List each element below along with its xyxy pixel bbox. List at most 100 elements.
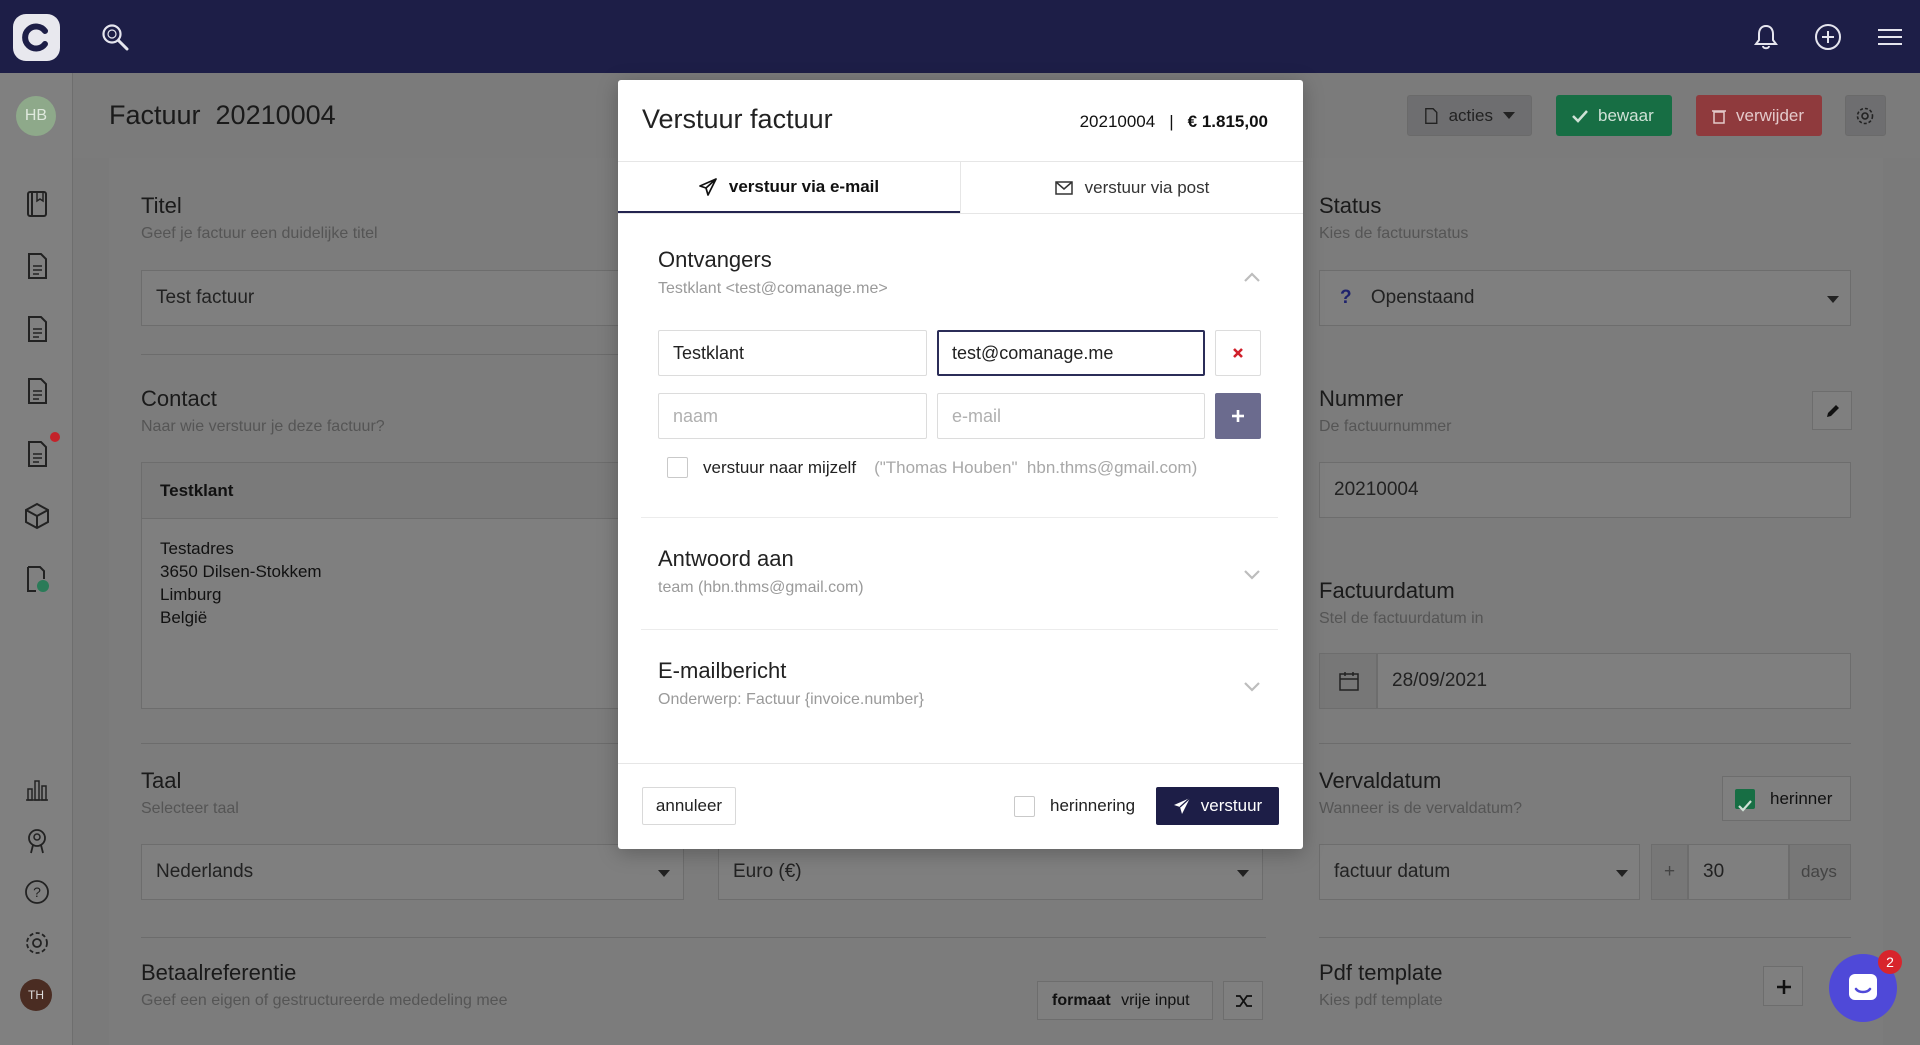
bewaar-button[interactable]: bewaar: [1556, 95, 1672, 136]
sidebar-item-products-icon[interactable]: [23, 502, 51, 530]
sidebar-item-journal-icon[interactable]: [23, 190, 51, 218]
trash-icon: [1712, 109, 1726, 124]
sidebar-item-users-icon[interactable]: [23, 827, 51, 855]
factuurdatum-label: Factuurdatum: [1319, 578, 1455, 603]
titel-label: Titel: [141, 193, 182, 218]
factuurdatum-sublabel: Stel de factuurdatum in: [1319, 610, 1484, 627]
pencil-icon: [1827, 405, 1839, 417]
recipient-name-input[interactable]: Testklant: [658, 330, 927, 376]
logo-icon: [22, 23, 48, 52]
search-icon[interactable]: [100, 22, 130, 52]
user-avatar[interactable]: TH: [20, 979, 52, 1011]
cancel-button[interactable]: annuleer: [642, 787, 736, 825]
taal-label: Taal: [141, 768, 182, 793]
pdf-file-icon: [1425, 107, 1438, 124]
new-name-input[interactable]: naam: [658, 393, 927, 439]
betaalreferentie-sublabel: Geef een eigen of gestructureerde medede…: [141, 992, 508, 1009]
currency-select[interactable]: Euro (€): [718, 844, 1263, 900]
shuffle-button[interactable]: [1223, 981, 1263, 1020]
acties-label: acties: [1448, 105, 1493, 125]
caret-down-icon: [1237, 870, 1249, 877]
invoice-number: 20210004: [1079, 112, 1156, 131]
sidebar-item-settings-icon[interactable]: [23, 929, 51, 957]
address-line: Limburg: [160, 585, 222, 604]
chevron-down-icon[interactable]: [1242, 568, 1262, 582]
send-button[interactable]: verstuur: [1156, 787, 1279, 825]
contact-name: Testklant: [142, 463, 685, 519]
herinnering-checkbox[interactable]: [1014, 796, 1035, 817]
status-label: Status: [1319, 193, 1382, 218]
contact-card[interactable]: Testklant Testadres 3650 Dilsen-Stokkem …: [141, 462, 686, 709]
sidebar-item-delivery-icon[interactable]: [23, 377, 51, 405]
antwoord-summary: team (hbn.thms@gmail.com): [658, 579, 864, 596]
herinner-toggle[interactable]: herinner: [1722, 776, 1851, 821]
plus-icon: [1777, 980, 1791, 994]
address-line: België: [160, 608, 208, 627]
caret-down-icon: [1827, 296, 1839, 303]
paper-plane-icon: [1173, 797, 1191, 814]
add-circle-icon[interactable]: [1813, 22, 1843, 52]
edit-nummer-button[interactable]: [1812, 391, 1852, 430]
chevron-down-icon[interactable]: [1242, 680, 1262, 694]
status-sublabel: Kies de factuurstatus: [1319, 225, 1469, 242]
sidebar-item-quotes-icon[interactable]: [23, 252, 51, 280]
top-bar: [0, 0, 1920, 73]
address-line: Testadres: [160, 539, 234, 558]
calendar-addon[interactable]: [1319, 653, 1377, 709]
factuurdatum-input[interactable]: 28/09/2021: [1377, 653, 1851, 709]
ontvangers-summary: Testklant <test@comanage.me>: [658, 280, 888, 297]
days-addon: days: [1789, 844, 1851, 900]
sidebar-item-invoices-icon[interactable]: [23, 440, 51, 468]
tab-email-label: verstuur via e-mail: [728, 176, 880, 196]
sidebar-item-reports-icon[interactable]: [23, 775, 51, 803]
paper-plane-icon: [699, 177, 717, 196]
add-recipient-button[interactable]: [1215, 393, 1261, 439]
chevron-up-icon[interactable]: [1242, 270, 1262, 284]
divider: [1319, 743, 1851, 744]
sidebar-item-help-icon[interactable]: ?: [23, 878, 51, 906]
menu-icon[interactable]: [1875, 22, 1905, 52]
ontvangers-title: Ontvangers: [658, 247, 772, 272]
taal-sublabel: Selecteer taal: [141, 800, 239, 817]
pdf-template-label: Pdf template: [1319, 960, 1443, 985]
gear-icon: [1856, 107, 1874, 124]
tab-post-label: verstuur via post: [1084, 177, 1210, 197]
betaalreferentie-label: Betaalreferentie: [141, 960, 297, 985]
acties-button[interactable]: acties: [1407, 95, 1532, 136]
settings-button[interactable]: [1845, 95, 1886, 136]
vervaldatum-basis-select[interactable]: factuur datum: [1319, 844, 1640, 900]
bell-icon[interactable]: [1751, 22, 1781, 52]
taal-select[interactable]: Nederlands: [141, 844, 684, 900]
caret-down-icon: [658, 870, 670, 877]
sidebar-item-expenses-icon[interactable]: [23, 565, 51, 593]
sidebar-item-orders-icon[interactable]: [23, 315, 51, 343]
check-icon: [1738, 800, 1752, 812]
app-logo[interactable]: [13, 14, 60, 61]
herinnering-label: herinnering: [1050, 796, 1136, 815]
recipient-email-input[interactable]: test@comanage.me: [937, 330, 1205, 376]
send-to-self-checkbox[interactable]: [667, 457, 688, 478]
caret-down-icon: [1616, 870, 1628, 877]
invoice-amount: € 1.815,00: [1187, 112, 1268, 131]
tab-email[interactable]: verstuur via e-mail: [618, 162, 960, 213]
remove-recipient-button[interactable]: [1215, 330, 1261, 376]
page-title: Factuur 20210004: [109, 100, 336, 130]
company-avatar[interactable]: HB: [16, 96, 56, 136]
pdf-template-sublabel: Kies pdf template: [1319, 992, 1443, 1009]
titel-input[interactable]: Test factuur: [141, 270, 686, 326]
tab-post[interactable]: verstuur via post: [960, 162, 1303, 213]
antwoord-title: Antwoord aan: [658, 546, 794, 571]
nummer-input[interactable]: 20210004: [1319, 462, 1851, 518]
add-template-button[interactable]: [1763, 966, 1803, 1006]
emailbericht-summary: Onderwerp: Factuur {invoice.number}: [658, 691, 924, 708]
herinner-checkbox[interactable]: [1735, 789, 1755, 812]
days-input[interactable]: 30: [1688, 844, 1789, 900]
status-select[interactable]: ? Openstaand: [1319, 270, 1851, 326]
modal-footer: annuleer herinnering verstuur: [618, 763, 1303, 849]
new-email-input[interactable]: e-mail: [937, 393, 1205, 439]
verwijder-button[interactable]: verwijder: [1696, 95, 1822, 136]
formaat-toggle[interactable]: formaat vrije input: [1037, 981, 1213, 1020]
address-line: 3650 Dilsen-Stokkem: [160, 562, 322, 581]
section-divider: [641, 629, 1278, 630]
emailbericht-title: E-mailbericht: [658, 658, 787, 683]
